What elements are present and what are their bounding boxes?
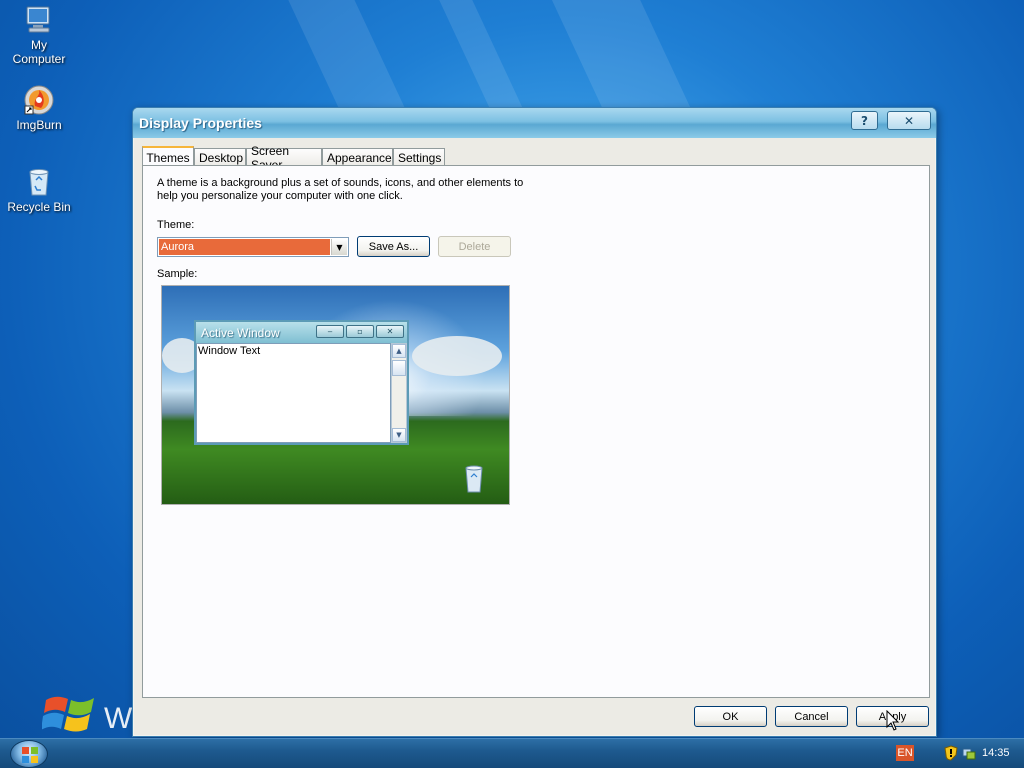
security-shield-icon[interactable]: [944, 745, 958, 761]
scroll-thumb: [392, 360, 406, 376]
tab-strip: Themes Desktop Screen Saver Appearance S…: [142, 144, 445, 172]
delete-button[interactable]: Delete: [438, 236, 511, 257]
network-icon[interactable]: [962, 745, 976, 761]
desktop-icon-my-computer[interactable]: My Computer: [1, 4, 77, 66]
sample-label: Sample:: [157, 268, 198, 280]
desktop-icon-label: ImgBurn: [16, 118, 62, 132]
imgburn-icon: [24, 85, 54, 115]
ok-button[interactable]: OK: [694, 706, 767, 727]
chevron-down-icon[interactable]: ▼: [331, 239, 347, 255]
recycle-bin-icon: [465, 465, 483, 493]
language-indicator[interactable]: EN: [896, 745, 914, 761]
windows-logo-icon: [42, 696, 94, 732]
recycle-bin-icon: [29, 169, 49, 196]
save-as-button[interactable]: Save As...: [357, 236, 430, 257]
minimize-icon: ‒: [316, 325, 344, 338]
computer-icon: [26, 6, 50, 33]
mouse-cursor-icon: [886, 710, 900, 731]
taskbar: EN 14:35: [0, 738, 1024, 768]
windows-logo-text: W: [104, 702, 133, 735]
dialog-titlebar[interactable]: Display Properties: [133, 108, 936, 138]
desktop-icon-recycle-bin[interactable]: Recycle Bin: [1, 166, 77, 214]
close-button[interactable]: ✕: [887, 111, 931, 130]
display-properties-dialog: Display Properties ? ✕ Themes Desktop Sc…: [132, 107, 937, 737]
desktop-icon-label: Recycle Bin: [7, 200, 71, 214]
sample-cloud: [412, 336, 502, 376]
theme-dropdown[interactable]: Aurora ▼: [157, 237, 349, 257]
theme-sample-preview: Active Window ‒ ▫ ✕ Window Text ▲ ▼: [161, 285, 510, 505]
sample-window-body: Window Text: [196, 343, 391, 443]
sample-active-window: Active Window ‒ ▫ ✕ Window Text ▲ ▼: [194, 320, 409, 445]
desktop-icon-imgburn[interactable]: ImgBurn: [1, 84, 77, 132]
cancel-button[interactable]: Cancel: [775, 706, 848, 727]
start-button[interactable]: [10, 740, 48, 768]
close-icon: ✕: [376, 325, 404, 338]
desktop-icon-label: My Computer: [12, 38, 66, 66]
dialog-title: Display Properties: [139, 115, 262, 131]
sample-window-text: Window Text: [198, 345, 261, 357]
scroll-up-icon: ▲: [392, 344, 406, 358]
themes-description: A theme is a background plus a set of so…: [157, 177, 524, 202]
windows-logo-icon: [22, 747, 38, 763]
themes-panel: A theme is a background plus a set of so…: [142, 165, 930, 698]
theme-label: Theme:: [157, 219, 195, 231]
theme-dropdown-value: Aurora: [159, 239, 330, 255]
maximize-icon: ▫: [346, 325, 374, 338]
sample-scrollbar: ▲ ▼: [391, 343, 407, 443]
taskbar-clock[interactable]: 14:35: [982, 747, 1010, 759]
scroll-down-icon: ▼: [392, 428, 406, 442]
help-button[interactable]: ?: [851, 111, 878, 130]
